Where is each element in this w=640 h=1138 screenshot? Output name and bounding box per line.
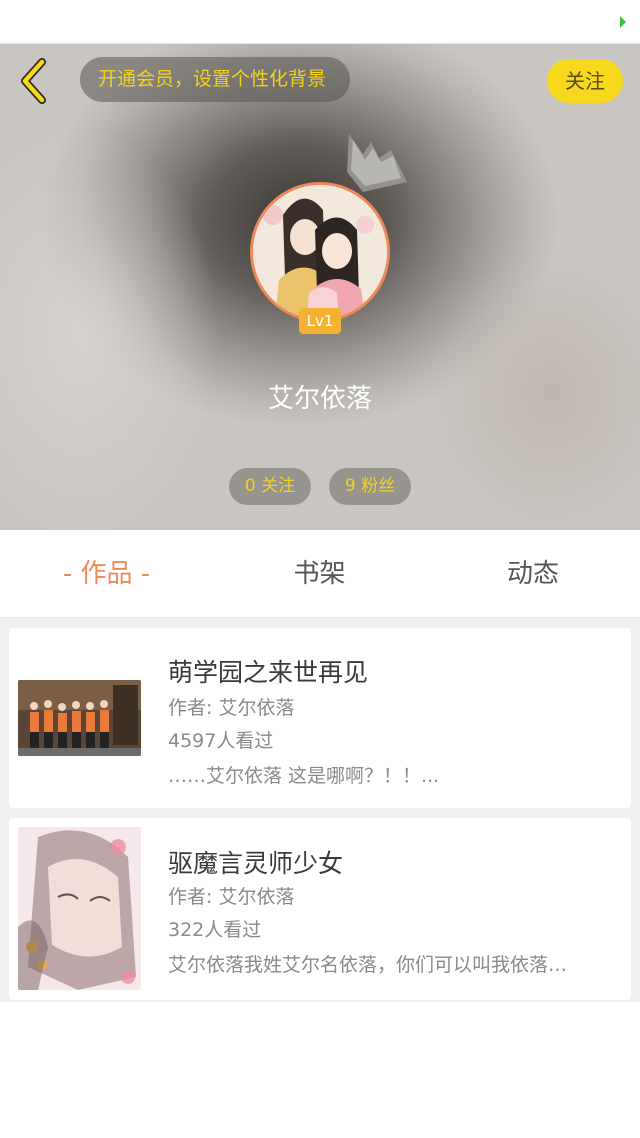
background-blur <box>0 124 220 530</box>
tab-activity[interactable]: 动态 <box>426 530 640 618</box>
level-badge: Lv1 <box>299 308 341 334</box>
follow-button[interactable]: 关注 <box>547 59 623 103</box>
book-description: ……艾尔依落 这是哪啊？！！... <box>168 765 440 787</box>
status-bar <box>0 0 640 44</box>
chevron-left-icon <box>21 58 46 104</box>
following-count-button[interactable]: 0 关注 <box>229 468 311 505</box>
fans-count-button[interactable]: 9 粉丝 <box>329 468 411 505</box>
book-title: 驱魔言灵师少女 <box>168 849 344 878</box>
book-title: 萌学园之来世再见 <box>168 658 369 687</box>
book-card[interactable]: 驱魔言灵师少女 作者: 艾尔依落 322人看过 艾尔依落我姓艾尔名依落，你们可以… <box>9 818 631 1000</box>
crown-icon <box>347 134 407 192</box>
book-views: 322人看过 <box>168 919 262 941</box>
back-button[interactable] <box>16 56 56 106</box>
avatar-image <box>253 185 387 319</box>
username: 艾尔依落 <box>267 384 372 414</box>
profile-tabs: - 作品 - 书架 动态 <box>0 530 640 618</box>
book-cover <box>18 827 141 990</box>
avatar[interactable] <box>250 182 390 322</box>
book-description: 艾尔依落我姓艾尔名依落，你们可以叫我依落… <box>168 954 568 976</box>
vip-background-banner[interactable]: 开通会员，设置个性化背景 <box>80 57 350 102</box>
book-card[interactable]: 萌学园之来世再见 作者: 艾尔依落 4597人看过 ……艾尔依落 这是哪啊？！！… <box>9 628 631 808</box>
signal-icon <box>620 16 626 28</box>
tab-bookshelf[interactable]: 书架 <box>213 530 426 618</box>
book-author: 作者: 艾尔依落 <box>168 886 295 908</box>
tab-works[interactable]: - 作品 - <box>0 530 213 618</box>
book-author: 作者: 艾尔依落 <box>168 697 295 719</box>
profile-header: 开通会员，设置个性化背景 关注 Lv1 艾尔依落 0 关注 9 粉丝 <box>0 44 640 530</box>
book-views: 4597人看过 <box>168 730 274 752</box>
book-cover <box>18 680 141 756</box>
